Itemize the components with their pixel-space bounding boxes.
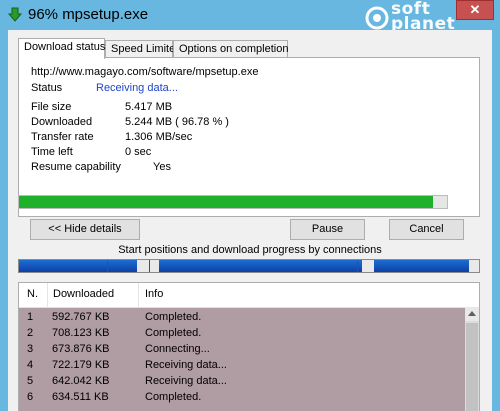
column-divider[interactable] [47, 283, 48, 307]
table-row[interactable]: 1 592.767 KB Completed. [19, 310, 467, 326]
downloaded-label: Downloaded [31, 116, 93, 128]
row-number: 3 [27, 343, 34, 355]
tab-speed-limiter[interactable]: Speed Limiter [105, 40, 179, 57]
connection-start-marker [357, 260, 358, 272]
row-downloaded: 634.511 KB [52, 391, 109, 403]
download-status-panel: http://www.magayo.com/software/mpsetup.e… [18, 57, 480, 217]
close-icon: ✕ [469, 2, 481, 17]
column-header-downloaded[interactable]: Downloaded [53, 288, 114, 300]
row-info: Completed. [145, 391, 202, 403]
row-downloaded: 592.767 KB [52, 311, 110, 323]
hide-details-button[interactable]: << Hide details [30, 219, 140, 240]
row-downloaded: 722.179 KB [52, 359, 110, 371]
pause-button[interactable]: Pause [290, 219, 365, 240]
time-left-label: Time left [31, 146, 73, 158]
resume-label: Resume capability [31, 161, 121, 173]
window-title: 96% mpsetup.exe [28, 6, 149, 23]
table-row[interactable]: 4 722.179 KB Receiving data... [19, 358, 467, 374]
time-left-value: 0 sec [125, 146, 152, 158]
transfer-rate-value: 1.306 MB/sec [125, 131, 193, 143]
connection-gap [137, 260, 159, 272]
connection-start-marker [107, 260, 108, 272]
vertical-scrollbar[interactable] [465, 307, 479, 411]
file-size-label: File size [31, 101, 72, 113]
column-header-n[interactable]: N. [27, 288, 38, 300]
row-number: 4 [27, 359, 34, 371]
client-area: Download status Speed Limiter Options on… [8, 30, 492, 411]
row-number: 2 [27, 327, 34, 339]
title-bar[interactable]: 96% mpsetup.exe soft planet ✕ [0, 0, 500, 33]
column-divider[interactable] [138, 283, 139, 307]
cancel-button[interactable]: Cancel [389, 219, 464, 240]
scrollbar-thumb[interactable] [466, 323, 478, 411]
row-downloaded: 708.123 KB [52, 327, 110, 339]
transfer-rate-label: Transfer rate [31, 131, 94, 143]
tab-options-on-completion[interactable]: Options on completion [173, 40, 288, 57]
row-info: Completed. [145, 327, 202, 339]
row-downloaded: 642.042 KB [52, 375, 110, 387]
connections-progress-bar [18, 259, 480, 273]
table-row[interactable]: 2 708.123 KB Completed. [19, 326, 467, 342]
connection-gap [469, 260, 479, 272]
table-row[interactable]: 3 673.876 KB Connecting... [19, 342, 467, 358]
scroll-up-arrow-icon[interactable] [465, 307, 479, 321]
row-info: Connecting... [145, 343, 210, 355]
file-size-value: 5.417 MB [125, 101, 173, 113]
download-window: 96% mpsetup.exe soft planet ✕ Download s… [0, 0, 500, 411]
status-label: Status [31, 82, 63, 94]
table-row[interactable]: 6 634.511 KB Completed. [19, 390, 467, 406]
close-button[interactable]: ✕ [456, 0, 494, 20]
connection-start-marker [149, 260, 150, 272]
download-url: http://www.magayo.com/software/mpsetup.e… [31, 66, 259, 78]
download-arrow-icon [7, 7, 23, 22]
tab-download-status[interactable]: Download status [18, 38, 105, 59]
progress-fill [19, 196, 434, 208]
resume-value: Yes [153, 161, 171, 173]
row-number: 1 [27, 311, 34, 323]
table-row[interactable]: 5 642.042 KB Receiving data... [19, 374, 467, 390]
connections-title: Start positions and download progress by… [118, 244, 382, 256]
download-progress-bar [18, 195, 448, 209]
status-value: Receiving data... [96, 82, 178, 94]
row-info: Receiving data... [145, 375, 227, 387]
row-downloaded: 673.876 KB [52, 343, 110, 355]
table-header: N. Downloaded Info [19, 283, 479, 308]
connection-gap [362, 260, 374, 272]
row-info: Receiving data... [145, 359, 227, 371]
column-header-info[interactable]: Info [145, 288, 163, 300]
row-info: Completed. [145, 311, 202, 323]
connections-table: N. Downloaded Info 1 592.767 KB Complete… [18, 282, 480, 411]
downloaded-value: 5.244 MB ( 96.78 % ) [125, 116, 229, 128]
row-number: 5 [27, 375, 34, 387]
row-number: 6 [27, 391, 34, 403]
globe-icon [365, 6, 389, 30]
